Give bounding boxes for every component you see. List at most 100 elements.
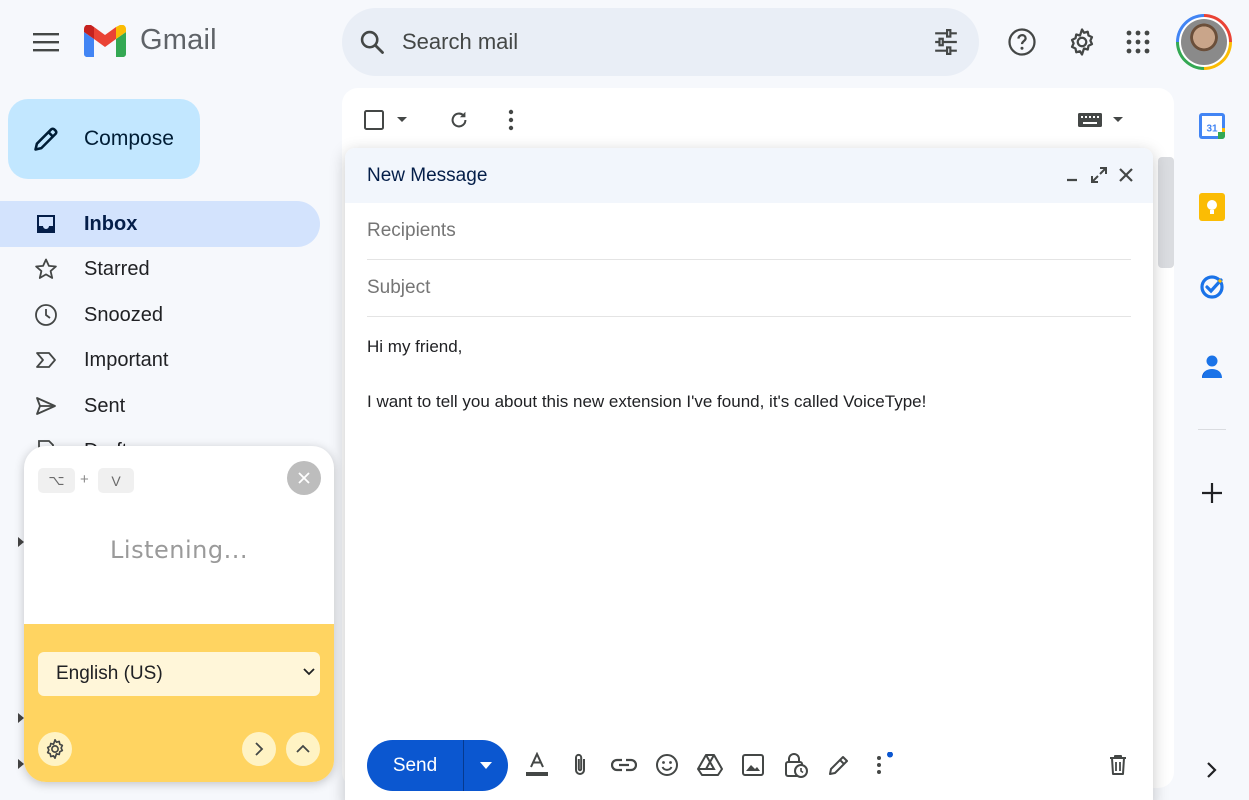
select-all-checkbox[interactable] — [364, 100, 408, 140]
chevron-up-icon — [296, 744, 310, 753]
sidebar-item-label: Snoozed — [84, 303, 163, 326]
contacts-icon — [1202, 355, 1222, 378]
rail-divider — [1198, 429, 1226, 430]
subject-field[interactable] — [367, 260, 1131, 317]
recipients-input[interactable] — [367, 220, 1131, 242]
help-icon — [1008, 28, 1036, 56]
insert-photo-button[interactable] — [738, 750, 768, 780]
message-body-line[interactable]: Hi my friend, — [367, 337, 462, 357]
caret-down-icon — [480, 762, 492, 769]
voicetype-close-button[interactable] — [287, 461, 321, 495]
tasks-app-button[interactable] — [1190, 265, 1234, 309]
sidebar-item-sent[interactable]: Sent — [0, 383, 320, 429]
compose-window: New Message Hi my friend, I want to tell… — [345, 148, 1153, 800]
menu-icon — [33, 33, 59, 52]
more-vert-icon — [508, 109, 514, 131]
close-compose-button[interactable] — [1115, 164, 1137, 186]
google-apps-button[interactable] — [1118, 22, 1158, 62]
refresh-icon — [451, 111, 467, 128]
caret-down-icon[interactable] — [396, 116, 408, 124]
voicetype-collapse-button[interactable] — [286, 732, 320, 766]
chevron-right-icon — [1207, 762, 1217, 778]
voicetype-popup: ⌥ + V Listening... English (US) — [24, 446, 334, 782]
discard-draft-button[interactable] — [1103, 750, 1133, 780]
message-body-line[interactable]: I want to tell you about this new extens… — [367, 392, 926, 412]
language-value: English (US) — [56, 663, 163, 684]
attach-files-button[interactable] — [565, 750, 595, 780]
tasks-icon — [1200, 275, 1224, 299]
main-menu-button[interactable] — [26, 22, 66, 62]
recipients-field[interactable] — [367, 203, 1131, 260]
sidebar-item-snoozed[interactable]: Snoozed — [0, 292, 320, 338]
signature-pen-icon — [829, 756, 848, 775]
insert-drive-button[interactable] — [695, 750, 725, 780]
link-icon — [611, 758, 637, 772]
calendar-day-label: 31 — [1206, 124, 1218, 135]
search-icon[interactable] — [358, 28, 386, 56]
minimize-icon — [1067, 178, 1077, 182]
compose-button[interactable]: Compose — [8, 99, 200, 179]
search-bar[interactable]: Search mail — [342, 8, 979, 76]
compose-header[interactable]: New Message — [345, 148, 1153, 203]
image-icon — [742, 754, 764, 776]
important-icon — [36, 352, 56, 368]
search-input[interactable]: Search mail — [402, 29, 518, 55]
calendar-icon: 31 — [1199, 113, 1225, 139]
gear-icon — [1070, 28, 1094, 56]
sidebar-item-important[interactable]: Important — [0, 337, 320, 383]
refresh-button[interactable] — [448, 100, 470, 140]
sidebar-item-inbox[interactable]: Inbox — [0, 201, 320, 247]
insert-emoji-button[interactable] — [652, 750, 682, 780]
close-icon — [298, 472, 310, 484]
confidential-mode-button[interactable] — [781, 750, 811, 780]
voicetype-settings-button[interactable] — [38, 732, 72, 766]
account-avatar[interactable] — [1176, 14, 1232, 70]
insert-signature-button[interactable] — [824, 750, 854, 780]
emoji-icon — [656, 754, 678, 776]
scrollbar[interactable] — [1158, 157, 1174, 268]
input-tools-button[interactable] — [1078, 100, 1124, 140]
voicetype-next-button[interactable] — [242, 732, 276, 766]
sidebar-item-label: Starred — [84, 257, 150, 280]
sidebar-item-label: Important — [84, 348, 169, 371]
shortcut-plus: + — [80, 471, 89, 488]
chevron-down-icon — [303, 668, 315, 676]
keep-app-button[interactable] — [1190, 185, 1234, 229]
keep-icon — [1199, 193, 1225, 221]
minimize-button[interactable] — [1061, 164, 1083, 186]
insert-link-button[interactable] — [609, 750, 639, 780]
compose-title: New Message — [367, 164, 488, 186]
app-name: Gmail — [140, 24, 217, 56]
lock-clock-icon — [785, 753, 808, 778]
checkbox-icon — [364, 110, 384, 130]
clock-icon — [35, 304, 57, 326]
schedule-send-button[interactable] — [464, 740, 508, 791]
language-select[interactable]: English (US) — [38, 652, 320, 696]
paperclip-icon — [575, 753, 585, 775]
caret-down-icon — [1113, 117, 1123, 122]
contacts-app-button[interactable] — [1190, 345, 1234, 389]
fullscreen-button[interactable] — [1088, 164, 1110, 186]
more-options-button[interactable] — [502, 100, 520, 140]
pencil-icon — [34, 127, 58, 151]
more-options-button[interactable] — [867, 750, 897, 780]
search-options-icon[interactable] — [933, 29, 959, 55]
sidebar-item-label: Sent — [84, 394, 126, 417]
settings-button[interactable] — [1062, 22, 1102, 62]
avatar-photo — [1181, 19, 1227, 65]
more-vert-icon — [877, 752, 893, 774]
gmail-logo[interactable]: Gmail — [84, 24, 217, 57]
compose-label: Compose — [84, 127, 174, 150]
get-addons-button[interactable] — [1190, 471, 1234, 515]
subject-input[interactable] — [367, 277, 1131, 299]
send-button[interactable]: Send — [367, 755, 463, 777]
send-icon — [36, 397, 56, 415]
support-button[interactable] — [1002, 22, 1042, 62]
gear-icon — [46, 739, 64, 759]
show-side-panel-button[interactable] — [1190, 748, 1234, 792]
formatting-options-button[interactable] — [522, 750, 552, 780]
calendar-app-button[interactable]: 31 — [1190, 104, 1234, 148]
gmail-m-icon — [84, 24, 126, 57]
send-button-group[interactable]: Send — [367, 740, 508, 791]
sidebar-item-starred[interactable]: Starred — [0, 246, 320, 292]
